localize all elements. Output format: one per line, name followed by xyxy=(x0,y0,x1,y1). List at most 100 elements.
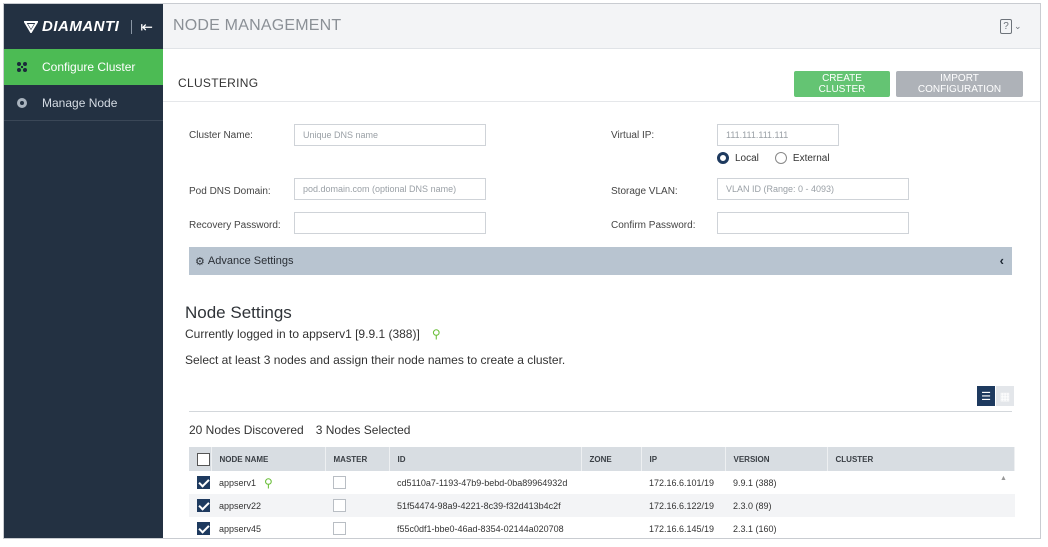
column-header[interactable]: NODE NAME xyxy=(211,447,326,471)
zone-cell xyxy=(581,471,641,494)
top-header: NODE MANAGEMENT ? ⌄ xyxy=(163,4,1040,49)
recovery-password-label: Recovery Password: xyxy=(189,220,281,231)
advance-settings-bar[interactable]: ⚙ Advance Settings ‹ xyxy=(189,247,1012,275)
divider xyxy=(189,411,1012,412)
local-radio-label: Local xyxy=(735,152,759,164)
node-name: appserv1 xyxy=(219,477,257,488)
node-instruction: Select at least 3 nodes and assign their… xyxy=(185,353,566,367)
scroll-up-arrow-icon[interactable]: ▲ xyxy=(1000,475,1007,482)
advance-settings-label: Advance Settings xyxy=(207,255,294,267)
id-cell: 51f54474-98a9-4221-8c39-f32d413b4c2f xyxy=(397,500,561,511)
cluster-name-input[interactable] xyxy=(294,124,486,146)
select-all-header xyxy=(189,447,212,471)
nodes-selected: 3 Nodes Selected xyxy=(315,423,411,437)
main-content: CLUSTERING CREATE CLUSTER IMPORT CONFIGU… xyxy=(163,49,1040,538)
zone-cell xyxy=(581,494,641,517)
ip-cell: 172.16.6.145/19 xyxy=(649,523,715,534)
ip-mode-radio-group: Local External xyxy=(717,152,846,164)
zone-cell xyxy=(581,517,641,538)
sidebar-item-label: Manage Node xyxy=(42,95,118,110)
app-window: DIAMANTI ⇤ Configure Cluster Manage Node… xyxy=(3,3,1041,539)
view-toggle: ☰ ▦ xyxy=(977,386,1014,406)
node-name-cell: appserv22 xyxy=(219,500,262,511)
cluster-name-label: Cluster Name: xyxy=(189,130,253,141)
clustering-title: CLUSTERING xyxy=(178,76,259,90)
column-header[interactable]: CLUSTER xyxy=(827,447,1015,471)
recovery-password-input[interactable] xyxy=(294,212,486,234)
clustering-header: CLUSTERING CREATE CLUSTER IMPORT CONFIGU… xyxy=(163,49,1040,102)
table-row[interactable]: appserv45 f55c0df1-bbe0-46ad-8354-02144a… xyxy=(189,517,1015,538)
brand-bar: DIAMANTI ⇤ xyxy=(4,4,163,49)
local-radio[interactable] xyxy=(717,152,729,164)
cluster-cell xyxy=(827,494,1015,517)
sidebar-item-label: Configure Cluster xyxy=(42,60,136,74)
pod-dns-input[interactable] xyxy=(294,178,486,200)
collapse-sidebar-icon[interactable]: ⇤ xyxy=(140,18,153,36)
row-checkbox[interactable] xyxy=(197,499,210,512)
location-pin-icon: ⚲ xyxy=(431,327,441,341)
grid-view-icon[interactable]: ▦ xyxy=(996,386,1014,406)
row-select-cell xyxy=(189,494,211,517)
table-row[interactable]: appserv22 51f54474-98a9-4221-8c39-f32d41… xyxy=(189,494,1015,517)
sidebar: DIAMANTI ⇤ Configure Cluster Manage Node xyxy=(4,4,163,538)
version-cell: 2.3.0 (89) xyxy=(733,500,772,511)
table-header-row: NODE NAME MASTER ID ZONE IP VERSION CLUS… xyxy=(189,447,1015,471)
storage-vlan-input[interactable] xyxy=(717,178,909,200)
external-radio[interactable] xyxy=(774,152,787,164)
id-cell: f55c0df1-bbe0-46ad-8354-02144a020708 xyxy=(397,523,564,534)
create-cluster-button[interactable]: CREATE CLUSTER xyxy=(794,71,890,97)
master-cell xyxy=(325,494,389,517)
help-icon: ? xyxy=(1000,18,1012,34)
logged-in-info: Currently logged in to appserv1 [9.9.1 (… xyxy=(185,327,441,341)
ip-cell: 172.16.6.101/19 xyxy=(649,477,715,488)
chevron-down-icon: ⌄ xyxy=(1014,20,1022,31)
external-radio-label: External xyxy=(792,152,830,164)
master-checkbox[interactable] xyxy=(333,476,346,489)
confirm-password-input[interactable] xyxy=(717,212,909,234)
diamond-logo-icon xyxy=(24,20,38,33)
virtual-ip-input[interactable] xyxy=(717,124,839,146)
master-cell xyxy=(325,517,389,538)
gear-icon: ⚙ xyxy=(195,255,205,268)
column-header[interactable]: VERSION xyxy=(725,447,828,471)
brand-name: DIAMANTI xyxy=(42,18,120,35)
import-configuration-button[interactable]: IMPORT CONFIGURATION xyxy=(896,71,1023,97)
master-cell xyxy=(325,471,389,494)
row-checkbox[interactable] xyxy=(197,522,210,535)
master-checkbox[interactable] xyxy=(333,522,346,535)
table-row[interactable]: appserv1 ⚲ cd5110a7-1193-47b9-bebd-0ba899… xyxy=(189,471,1015,494)
pod-dns-label: Pod DNS Domain: xyxy=(189,186,271,197)
cluster-icon xyxy=(16,61,28,73)
master-checkbox[interactable] xyxy=(333,499,346,512)
id-cell: cd5110a7-1193-47b9-bebd-0ba89964932d xyxy=(397,477,568,488)
node-gear-icon xyxy=(16,97,28,109)
help-menu[interactable]: ? ⌄ xyxy=(1000,17,1022,35)
node-counts: 20 Nodes Discovered 3 Nodes Selected xyxy=(189,423,410,437)
select-all-checkbox[interactable] xyxy=(197,452,210,466)
row-checkbox[interactable] xyxy=(197,476,210,489)
row-select-cell xyxy=(189,471,211,494)
row-select-cell xyxy=(189,517,211,538)
version-cell: 2.3.1 (160) xyxy=(733,523,777,534)
sidebar-item-manage-node[interactable]: Manage Node xyxy=(4,85,163,121)
column-header[interactable]: MASTER xyxy=(325,447,390,471)
chevron-left-icon[interactable]: ‹ xyxy=(1000,253,1004,268)
confirm-password-label: Confirm Password: xyxy=(611,220,696,231)
node-settings-title: Node Settings xyxy=(185,303,292,322)
column-header[interactable]: IP xyxy=(641,447,726,471)
sidebar-item-configure-cluster[interactable]: Configure Cluster xyxy=(4,49,163,85)
logged-in-text: Currently logged in to appserv1 [9.9.1 (… xyxy=(185,327,420,341)
nodes-table: NODE NAME MASTER ID ZONE IP VERSION CLUS… xyxy=(189,447,1015,538)
brand-divider xyxy=(131,19,133,34)
node-name-cell: appserv1 ⚲ xyxy=(211,471,325,494)
node-name-cell: appserv45 xyxy=(219,523,262,534)
cluster-cell xyxy=(827,517,1015,538)
diamanti-logo: DIAMANTI xyxy=(24,18,119,35)
location-pin-icon: ⚲ xyxy=(264,475,273,490)
cluster-cell xyxy=(827,471,1015,494)
nodes-discovered: 20 Nodes Discovered xyxy=(189,423,304,437)
virtual-ip-label: Virtual IP: xyxy=(611,130,655,141)
list-view-icon[interactable]: ☰ xyxy=(977,386,995,406)
column-header[interactable]: ZONE xyxy=(581,447,642,471)
column-header[interactable]: ID xyxy=(389,447,582,471)
